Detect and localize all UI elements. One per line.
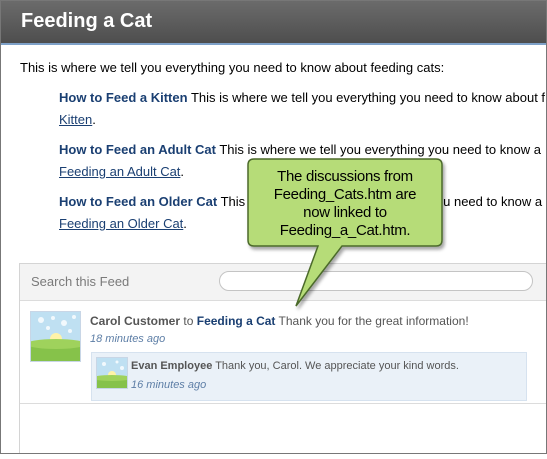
topic-title: How to Feed a Kitten [59,90,188,105]
avatar[interactable] [96,357,128,389]
post-header: Carol Customer to Feeding a Cat Thank yo… [90,314,469,328]
feed-divider [20,403,546,404]
page-frame: Feeding a Cat This is where we tell you … [0,0,547,454]
feed-search-input[interactable] [219,271,533,291]
post-target-link[interactable]: Feeding a Cat [197,314,276,328]
comment-timestamp[interactable]: 16 minutes ago [131,379,206,391]
post-timestamp[interactable]: 18 minutes ago [90,333,165,345]
avatar-landscape-icon [97,358,127,388]
avatar[interactable] [30,311,81,362]
topic-title: How to Feed an Adult Cat [59,142,216,157]
post-message: Thank you for the great information! [278,314,469,328]
post-author-link[interactable]: Carol Customer [90,314,180,328]
post-connector: to [183,314,194,328]
chatter-feed: Search this Feed Carol Customer to Feedi… [19,263,546,453]
comment-header: Evan Employee Thank you, Carol. We appre… [131,360,459,372]
topic-link-kitten[interactable]: Kitten [59,112,92,127]
page-header: Feeding a Cat [1,1,546,45]
topic-link-older-cat[interactable]: Feeding an Older Cat [59,216,183,231]
comment-box: Evan Employee Thank you, Carol. We appre… [91,352,527,401]
topic-adult-cat: How to Feed an Adult Cat This is where w… [59,142,541,179]
avatar-landscape-icon [31,312,80,361]
feed-search-bar: Search this Feed [20,264,546,301]
comment-author-link[interactable]: Evan Employee [131,360,212,372]
page-title: Feeding a Cat [21,10,153,32]
topic-older-cat: How to Feed an Older Cat This is where w… [59,194,543,231]
topic-title: How to Feed an Older Cat [59,194,218,209]
topic-description: This is where we tell you everything you… [220,194,543,209]
topic-description: This is where we tell you everything you… [190,90,546,105]
topic-kitten: How to Feed a Kitten This is where we te… [59,90,546,127]
feed-search-label: Search this Feed [31,274,130,289]
topic-description: This is where we tell you everything you… [219,142,541,157]
comment-message: Thank you, Carol. We appreciate your kin… [215,360,459,372]
intro-text: This is where we tell you everything you… [20,60,445,75]
topic-link-adult-cat[interactable]: Feeding an Adult Cat [59,164,180,179]
